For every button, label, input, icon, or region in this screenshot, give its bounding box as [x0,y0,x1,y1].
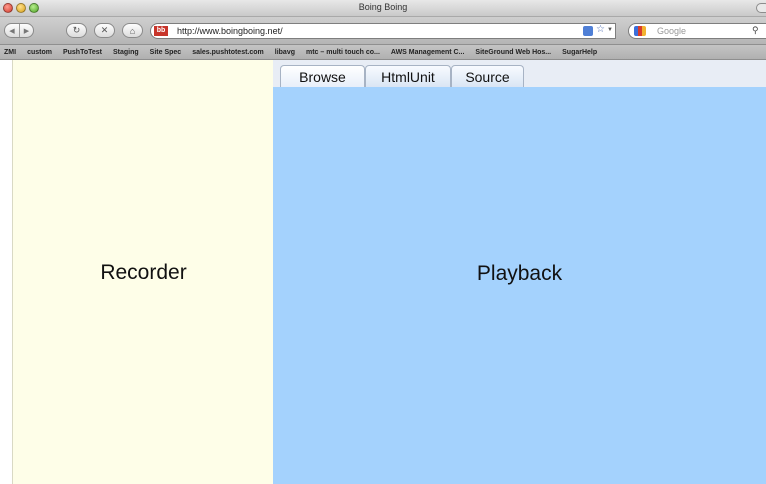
playback-tabs: Browse HtmlUnit Source [273,60,766,88]
playback-label: Playback [476,262,563,285]
toolbar-toggle-icon[interactable] [756,3,766,13]
back-arrow-icon[interactable]: ◀ [5,24,19,37]
tab-htmlunit[interactable]: HtmlUnit [365,65,451,88]
url-input[interactable]: bb http://www.boingboing.net/ ☆ ▼ [150,23,616,39]
title-bar: Boing Boing [0,0,766,17]
reload-icon[interactable]: ↻ [66,23,87,38]
rss-feed-icon[interactable] [583,26,593,36]
search-placeholder: Google [657,26,687,36]
url-text: http://www.boingboing.net/ [177,26,283,36]
navigation-toolbar: ◀ ▶ ↻ ✕ ⌂ bb http://www.boingboing.net/ … [0,17,766,45]
search-icon[interactable]: ⚲ [752,25,759,36]
bookmark-star-icon[interactable]: ☆ [596,24,605,35]
bookmark-item[interactable]: mtc – multi touch co... [306,49,380,56]
home-icon[interactable]: ⌂ [122,23,143,38]
search-engine-icon[interactable] [634,26,646,36]
site-favicon-icon: bb [154,26,168,36]
url-history-dropdown-icon[interactable]: ▼ [607,27,613,33]
back-forward-group: ◀ ▶ [4,23,34,38]
recorder-pane: Recorder [12,60,273,484]
bookmark-item[interactable]: PushToTest [63,49,102,56]
recorder-label: Recorder [100,261,187,284]
tab-source[interactable]: Source [451,65,524,88]
bookmark-item[interactable]: custom [27,49,52,56]
bookmark-item[interactable]: sales.pushtotest.com [192,49,264,56]
bookmark-item[interactable]: SugarHelp [562,49,597,56]
bookmark-item[interactable]: AWS Management C... [391,49,465,56]
bookmark-item[interactable]: SiteGround Web Hos... [475,49,551,56]
bookmarks-bar: ZMI custom PushToTest Staging Site Spec … [0,45,766,60]
playback-content: Playback [273,87,766,484]
forward-arrow-icon[interactable]: ▶ [19,24,33,37]
playback-pane: Browse HtmlUnit Source Playback [273,60,766,484]
search-input[interactable]: Google [628,23,766,39]
window-title: Boing Boing [358,2,408,12]
bookmark-item[interactable]: libavg [275,49,295,56]
bookmark-item[interactable]: Site Spec [150,49,182,56]
browser-window: Boing Boing ◀ ▶ ↻ ✕ ⌂ bb http://www.boin… [0,0,766,484]
stop-icon[interactable]: ✕ [94,23,115,38]
bookmark-item[interactable]: ZMI [4,49,16,56]
bookmark-item[interactable]: Staging [113,49,139,56]
tab-browse[interactable]: Browse [280,65,365,88]
